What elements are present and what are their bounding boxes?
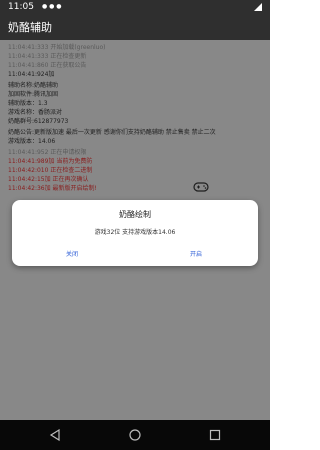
notification-indicators: ● ● ● (42, 3, 62, 10)
log-line: 辅助版本：1.3 (8, 100, 48, 107)
home-icon[interactable] (128, 428, 142, 442)
log-line: 奶酪公告:更新版加速 最后一次更新 感谢你们支持奶酪辅助 禁止售卖 禁止二次 (8, 129, 216, 136)
log-line: 11:04:41:860 正在获取公告 (8, 62, 87, 69)
log-line: 游戏版本：14.06 (8, 138, 56, 145)
log-line: 11:04:41:333 正在检查更新 (8, 53, 87, 60)
gamepad-icon[interactable] (193, 182, 209, 192)
log-line: 11:04:41:952 正在申请权限 (8, 149, 87, 156)
log-line: 加固软件:腾讯加固 (8, 91, 59, 98)
log-line: 奶酪群号:612877973 (8, 118, 69, 125)
dialog-title: 奶酪绘制 (119, 210, 151, 219)
app-bar: 奶酪辅助 (0, 14, 270, 40)
open-button[interactable]: 开启 (186, 247, 206, 260)
log-line: 11:04:42:010 正在检查二进制 (8, 167, 93, 174)
log-line: 游戏名称：香肠派对 (8, 109, 63, 116)
draw-dialog: 奶酪绘制 游戏32位 支持游戏版本14.06 关闭 开启 (12, 200, 258, 266)
status-bar: 11:05 ● ● ● (0, 0, 270, 14)
back-icon[interactable] (48, 428, 62, 442)
log-line: 辅助名称:奶酪辅助 (8, 82, 59, 89)
navigation-bar (0, 420, 270, 450)
status-time: 11:05 (8, 2, 34, 12)
close-button[interactable]: 关闭 (62, 247, 82, 260)
log-line: 11:04:41:924加 (8, 71, 55, 78)
log-line: 11:04:42:15加 正在再次确认 (8, 176, 89, 183)
signal-icon (254, 3, 262, 11)
dialog-message: 游戏32位 支持游戏版本14.06 (94, 229, 176, 236)
app-title: 奶酪辅助 (8, 21, 52, 34)
recent-apps-icon[interactable] (208, 428, 222, 442)
log-line: 11:04:42:36加 最新版开启绘制! (8, 185, 97, 192)
log-line: 11:04:41:333 开始加载(greenluo) (8, 44, 106, 51)
log-line: 11:04:41:989加 当前为免费防 (8, 158, 93, 165)
